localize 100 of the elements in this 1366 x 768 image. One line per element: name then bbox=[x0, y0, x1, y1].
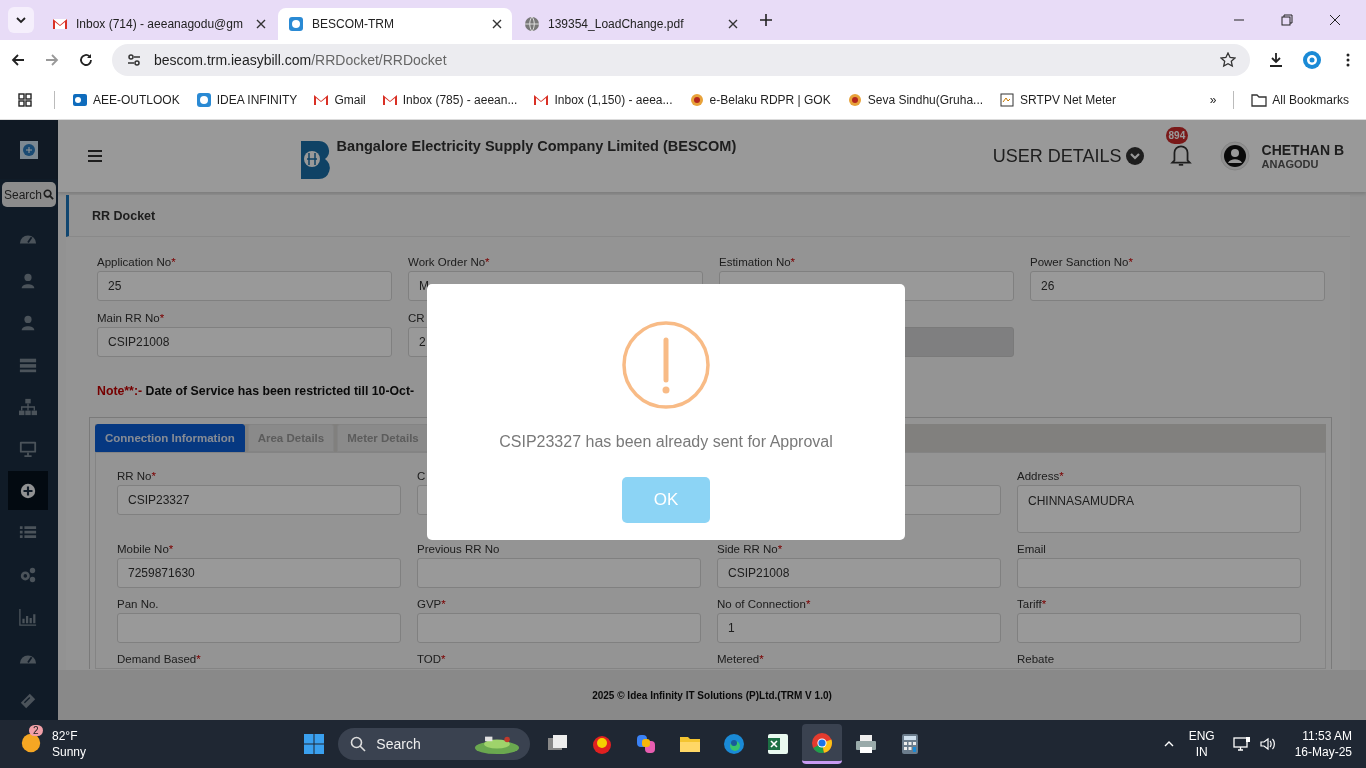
field-label: Email bbox=[1017, 542, 1047, 557]
start-icon[interactable] bbox=[302, 732, 327, 756]
bookmark[interactable]: Inbox (1,150) - aeea... bbox=[528, 91, 678, 108]
sitemap-icon bbox=[19, 397, 37, 416]
browser-tab[interactable]: 139354_LoadChange.pdf bbox=[514, 8, 748, 40]
field-label: Metered* bbox=[717, 652, 765, 667]
bookmark[interactable]: AEE-OUTLOOK bbox=[67, 91, 185, 108]
apps-grid-icon[interactable] bbox=[18, 92, 32, 107]
taskbar-app[interactable] bbox=[802, 724, 843, 764]
bookmark[interactable]: e-Belaku RDPR | GOK bbox=[683, 91, 836, 108]
warning-icon bbox=[621, 320, 711, 410]
profile-icon[interactable] bbox=[1302, 50, 1322, 70]
avatar[interactable] bbox=[1219, 141, 1250, 171]
field-label: Mobile No* bbox=[117, 542, 175, 557]
field-label: Rebate bbox=[1017, 652, 1056, 667]
network-icon[interactable] bbox=[1232, 736, 1251, 752]
note-text: Note**:- Date of Service has been restricted till 10-Oct- bbox=[96, 384, 416, 398]
temperature: 82°F bbox=[52, 728, 79, 744]
bookmark[interactable]: IDEA INFINITY bbox=[190, 91, 303, 108]
text-field[interactable] bbox=[1017, 558, 1301, 588]
bell-icon[interactable] bbox=[1169, 143, 1192, 167]
text-field[interactable]: CSIP21008 bbox=[717, 558, 1001, 588]
text-field[interactable]: 7259871630 bbox=[117, 558, 401, 588]
bookmark[interactable]: Gmail bbox=[308, 91, 371, 108]
search-button[interactable]: Search bbox=[2, 182, 56, 207]
field-label: TOD* bbox=[417, 652, 447, 667]
field-label: RR No* bbox=[117, 469, 157, 484]
logo-icon bbox=[20, 140, 38, 159]
user-name: CHETHAN B bbox=[1261, 142, 1344, 158]
user-icon bbox=[19, 271, 37, 290]
reload-icon[interactable] bbox=[78, 52, 94, 68]
field-label: Tariff* bbox=[1017, 597, 1048, 612]
mail-icon bbox=[52, 16, 68, 32]
browser-tab[interactable]: BESCOM-TRM bbox=[278, 8, 512, 40]
taskbar-search[interactable]: Search bbox=[338, 728, 531, 760]
field-label: GVP* bbox=[417, 597, 447, 612]
field-label: Application No* bbox=[97, 255, 177, 270]
user-details-dropdown[interactable]: USER DETAILS bbox=[992, 145, 1144, 167]
field-label: Side RR No* bbox=[717, 542, 784, 557]
chart-icon bbox=[19, 607, 37, 626]
bookmark[interactable]: Seva Sindhu(Gruha... bbox=[841, 91, 989, 108]
emblem-icon bbox=[688, 91, 705, 108]
text-field[interactable]: CSIP21008 bbox=[97, 327, 392, 357]
mail-app-icon bbox=[72, 91, 88, 108]
notification-count: 894 bbox=[1165, 127, 1189, 144]
restore-icon[interactable] bbox=[1281, 14, 1293, 26]
bookmark[interactable]: SRTPV Net Meter bbox=[994, 91, 1121, 108]
app-icon bbox=[288, 16, 304, 32]
star-icon[interactable] bbox=[1220, 52, 1236, 68]
clock-date[interactable]: 16-May-25 bbox=[1294, 744, 1352, 760]
text-field[interactable] bbox=[117, 613, 401, 643]
sun-icon[interactable] bbox=[20, 732, 42, 754]
tab-search-button[interactable] bbox=[8, 7, 34, 33]
sidebar-item[interactable] bbox=[8, 471, 48, 510]
printer-icon bbox=[854, 732, 879, 756]
browser-tab[interactable]: Inbox (714) - aeeanagodu@gm bbox=[42, 8, 276, 40]
page-title: RR Docket bbox=[92, 208, 156, 223]
site-settings-icon[interactable] bbox=[126, 52, 142, 68]
emblem-icon bbox=[846, 91, 863, 108]
cogs-icon bbox=[19, 565, 37, 584]
address-bar[interactable]: bescom.trm.ieasybill.com/RRDocket/RRDocket bbox=[112, 44, 1250, 76]
text-field[interactable]: 26 bbox=[1030, 271, 1325, 301]
clock-time[interactable]: 11:53 AM bbox=[1302, 728, 1352, 744]
field-label: Pan No. bbox=[117, 597, 160, 612]
menu-icon[interactable] bbox=[88, 150, 102, 162]
text-field[interactable]: 25 bbox=[97, 271, 392, 301]
footer-text: 2025 © Idea Infinity IT Solutions (P)Ltd.(TRM V 1.0) bbox=[592, 689, 832, 701]
text-field[interactable] bbox=[1017, 613, 1301, 643]
new-tab-icon[interactable] bbox=[760, 14, 772, 26]
field-label: Previous RR No bbox=[417, 542, 501, 557]
text-field[interactable]: CSIP23327 bbox=[117, 485, 401, 515]
field-label: Main RR No* bbox=[97, 311, 166, 326]
close-icon[interactable] bbox=[728, 19, 738, 29]
more-bookmarks-button[interactable]: » bbox=[1204, 92, 1222, 107]
chevron-down-icon bbox=[1125, 147, 1144, 165]
back-icon[interactable] bbox=[10, 52, 26, 68]
download-icon[interactable] bbox=[1268, 52, 1284, 68]
text-area[interactable]: CHINNASAMUDRA bbox=[1017, 485, 1301, 533]
close-icon[interactable] bbox=[256, 19, 266, 29]
url-text: bescom.trm.ieasybill.com/RRDocket/RRDocket bbox=[154, 52, 447, 68]
field-label: CR bbox=[408, 311, 426, 326]
language-indicator[interactable]: ENG bbox=[1188, 728, 1215, 744]
forward-icon[interactable] bbox=[44, 52, 60, 68]
text-field[interactable] bbox=[417, 558, 701, 588]
search-icon bbox=[43, 189, 54, 201]
weather-condition: Sunny bbox=[52, 744, 87, 760]
text-field[interactable]: 1 bbox=[717, 613, 1001, 643]
text-field[interactable] bbox=[417, 613, 701, 643]
browser-icon bbox=[722, 732, 747, 756]
chart-icon bbox=[999, 91, 1016, 108]
caret-icon bbox=[15, 14, 27, 26]
browser-icon bbox=[810, 730, 835, 755]
volume-icon[interactable] bbox=[1258, 736, 1277, 752]
close-icon[interactable] bbox=[1329, 14, 1341, 26]
all-bookmarks-button[interactable]: All Bookmarks bbox=[1246, 91, 1354, 108]
field-label: Power Sanction No* bbox=[1030, 255, 1134, 270]
region-indicator[interactable]: IN bbox=[1195, 744, 1208, 760]
close-icon[interactable] bbox=[492, 19, 502, 29]
bookmark[interactable]: Inbox (785) - aeean... bbox=[376, 91, 523, 108]
field-label: No of Connection* bbox=[717, 597, 812, 612]
